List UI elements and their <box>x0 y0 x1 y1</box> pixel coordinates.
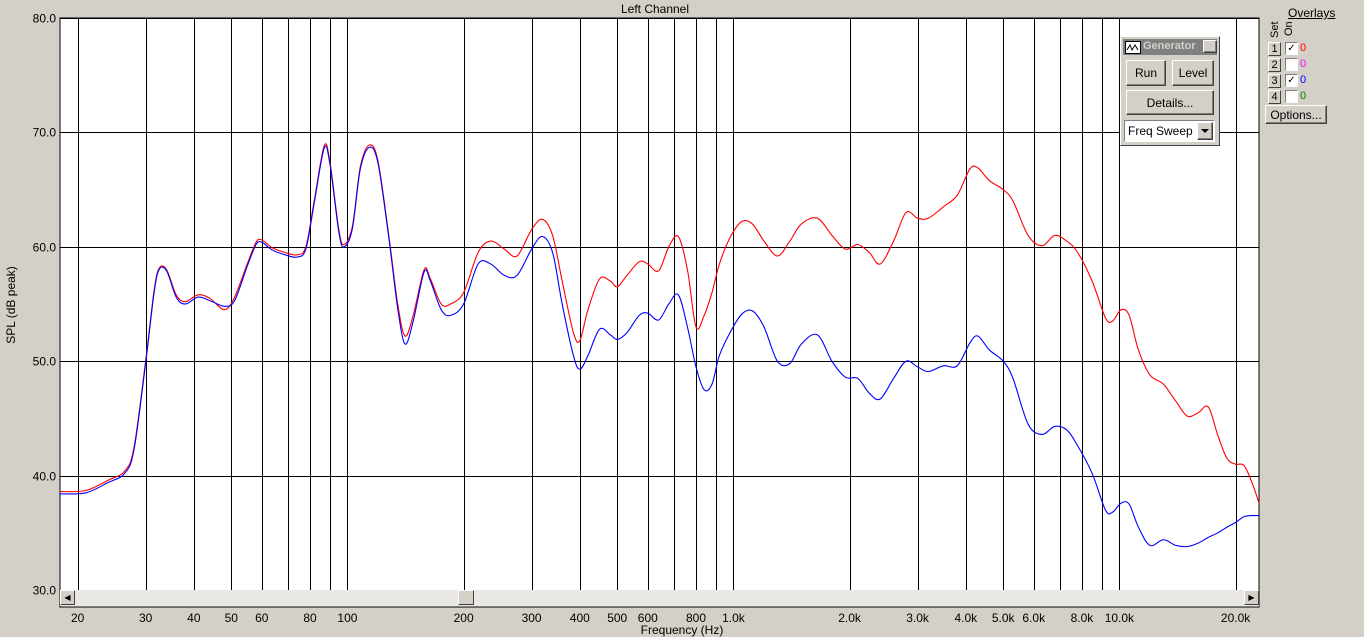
overlay-value: 0 <box>1300 90 1307 102</box>
waveform-icon <box>1125 41 1141 54</box>
y-tick-label: 50.0 <box>33 355 57 369</box>
run-button[interactable]: Run <box>1126 60 1166 86</box>
y-tick-labels: 30.0 40.0 50.0 60.0 70.0 80.0 <box>33 12 57 598</box>
overlay-on-checkbox[interactable] <box>1285 58 1298 71</box>
overlay-set-button[interactable]: 1 <box>1268 42 1281 56</box>
set-column-header: Set <box>1269 21 1281 38</box>
chevron-down-icon[interactable] <box>1197 122 1213 140</box>
close-icon: X <box>1206 40 1214 53</box>
overlay-set-button[interactable]: 3 <box>1268 74 1281 88</box>
overlay-on-checkbox[interactable]: ✓ <box>1285 42 1298 55</box>
close-button[interactable]: X <box>1203 40 1217 53</box>
overlay-set-button[interactable]: 4 <box>1268 90 1281 104</box>
generator-mode-value: Freq Sweep <box>1128 124 1193 138</box>
overlay-value: 0 <box>1300 58 1307 70</box>
overlay-on-checkbox[interactable] <box>1285 90 1298 103</box>
y-tick-label: 60.0 <box>33 241 57 255</box>
on-column-header: On <box>1283 21 1295 36</box>
horizontal-scrollbar[interactable]: ◀ ▶ <box>60 590 1259 606</box>
x-axis-label: Frequency (Hz) <box>640 623 724 637</box>
y-tick-label: 30.0 <box>33 584 57 598</box>
generator-title: Generator <box>1143 40 1196 52</box>
plot-area <box>59 17 1260 608</box>
y-tick-label: 40.0 <box>33 470 57 484</box>
scroll-right-arrow-icon[interactable]: ▶ <box>1244 590 1259 605</box>
details-button[interactable]: Details... <box>1126 90 1214 115</box>
overlay-value: 0 <box>1300 42 1307 54</box>
overlays-header[interactable]: Overlays <box>1288 6 1335 20</box>
y-tick-label: 70.0 <box>33 126 57 140</box>
generator-titlebar[interactable]: Generator X <box>1123 39 1217 55</box>
options-button[interactable]: Options... <box>1265 105 1327 124</box>
overlay-set-button[interactable]: 2 <box>1268 58 1281 72</box>
overlay-value: 0 <box>1300 74 1307 86</box>
generator-mode-select[interactable]: Freq Sweep <box>1124 120 1215 142</box>
level-button[interactable]: Level <box>1172 60 1214 86</box>
y-tick-label: 80.0 <box>33 12 57 26</box>
scrollbar-thumb[interactable] <box>458 590 474 605</box>
scroll-left-arrow-icon[interactable]: ◀ <box>60 590 75 605</box>
overlay-on-checkbox[interactable]: ✓ <box>1285 74 1298 87</box>
